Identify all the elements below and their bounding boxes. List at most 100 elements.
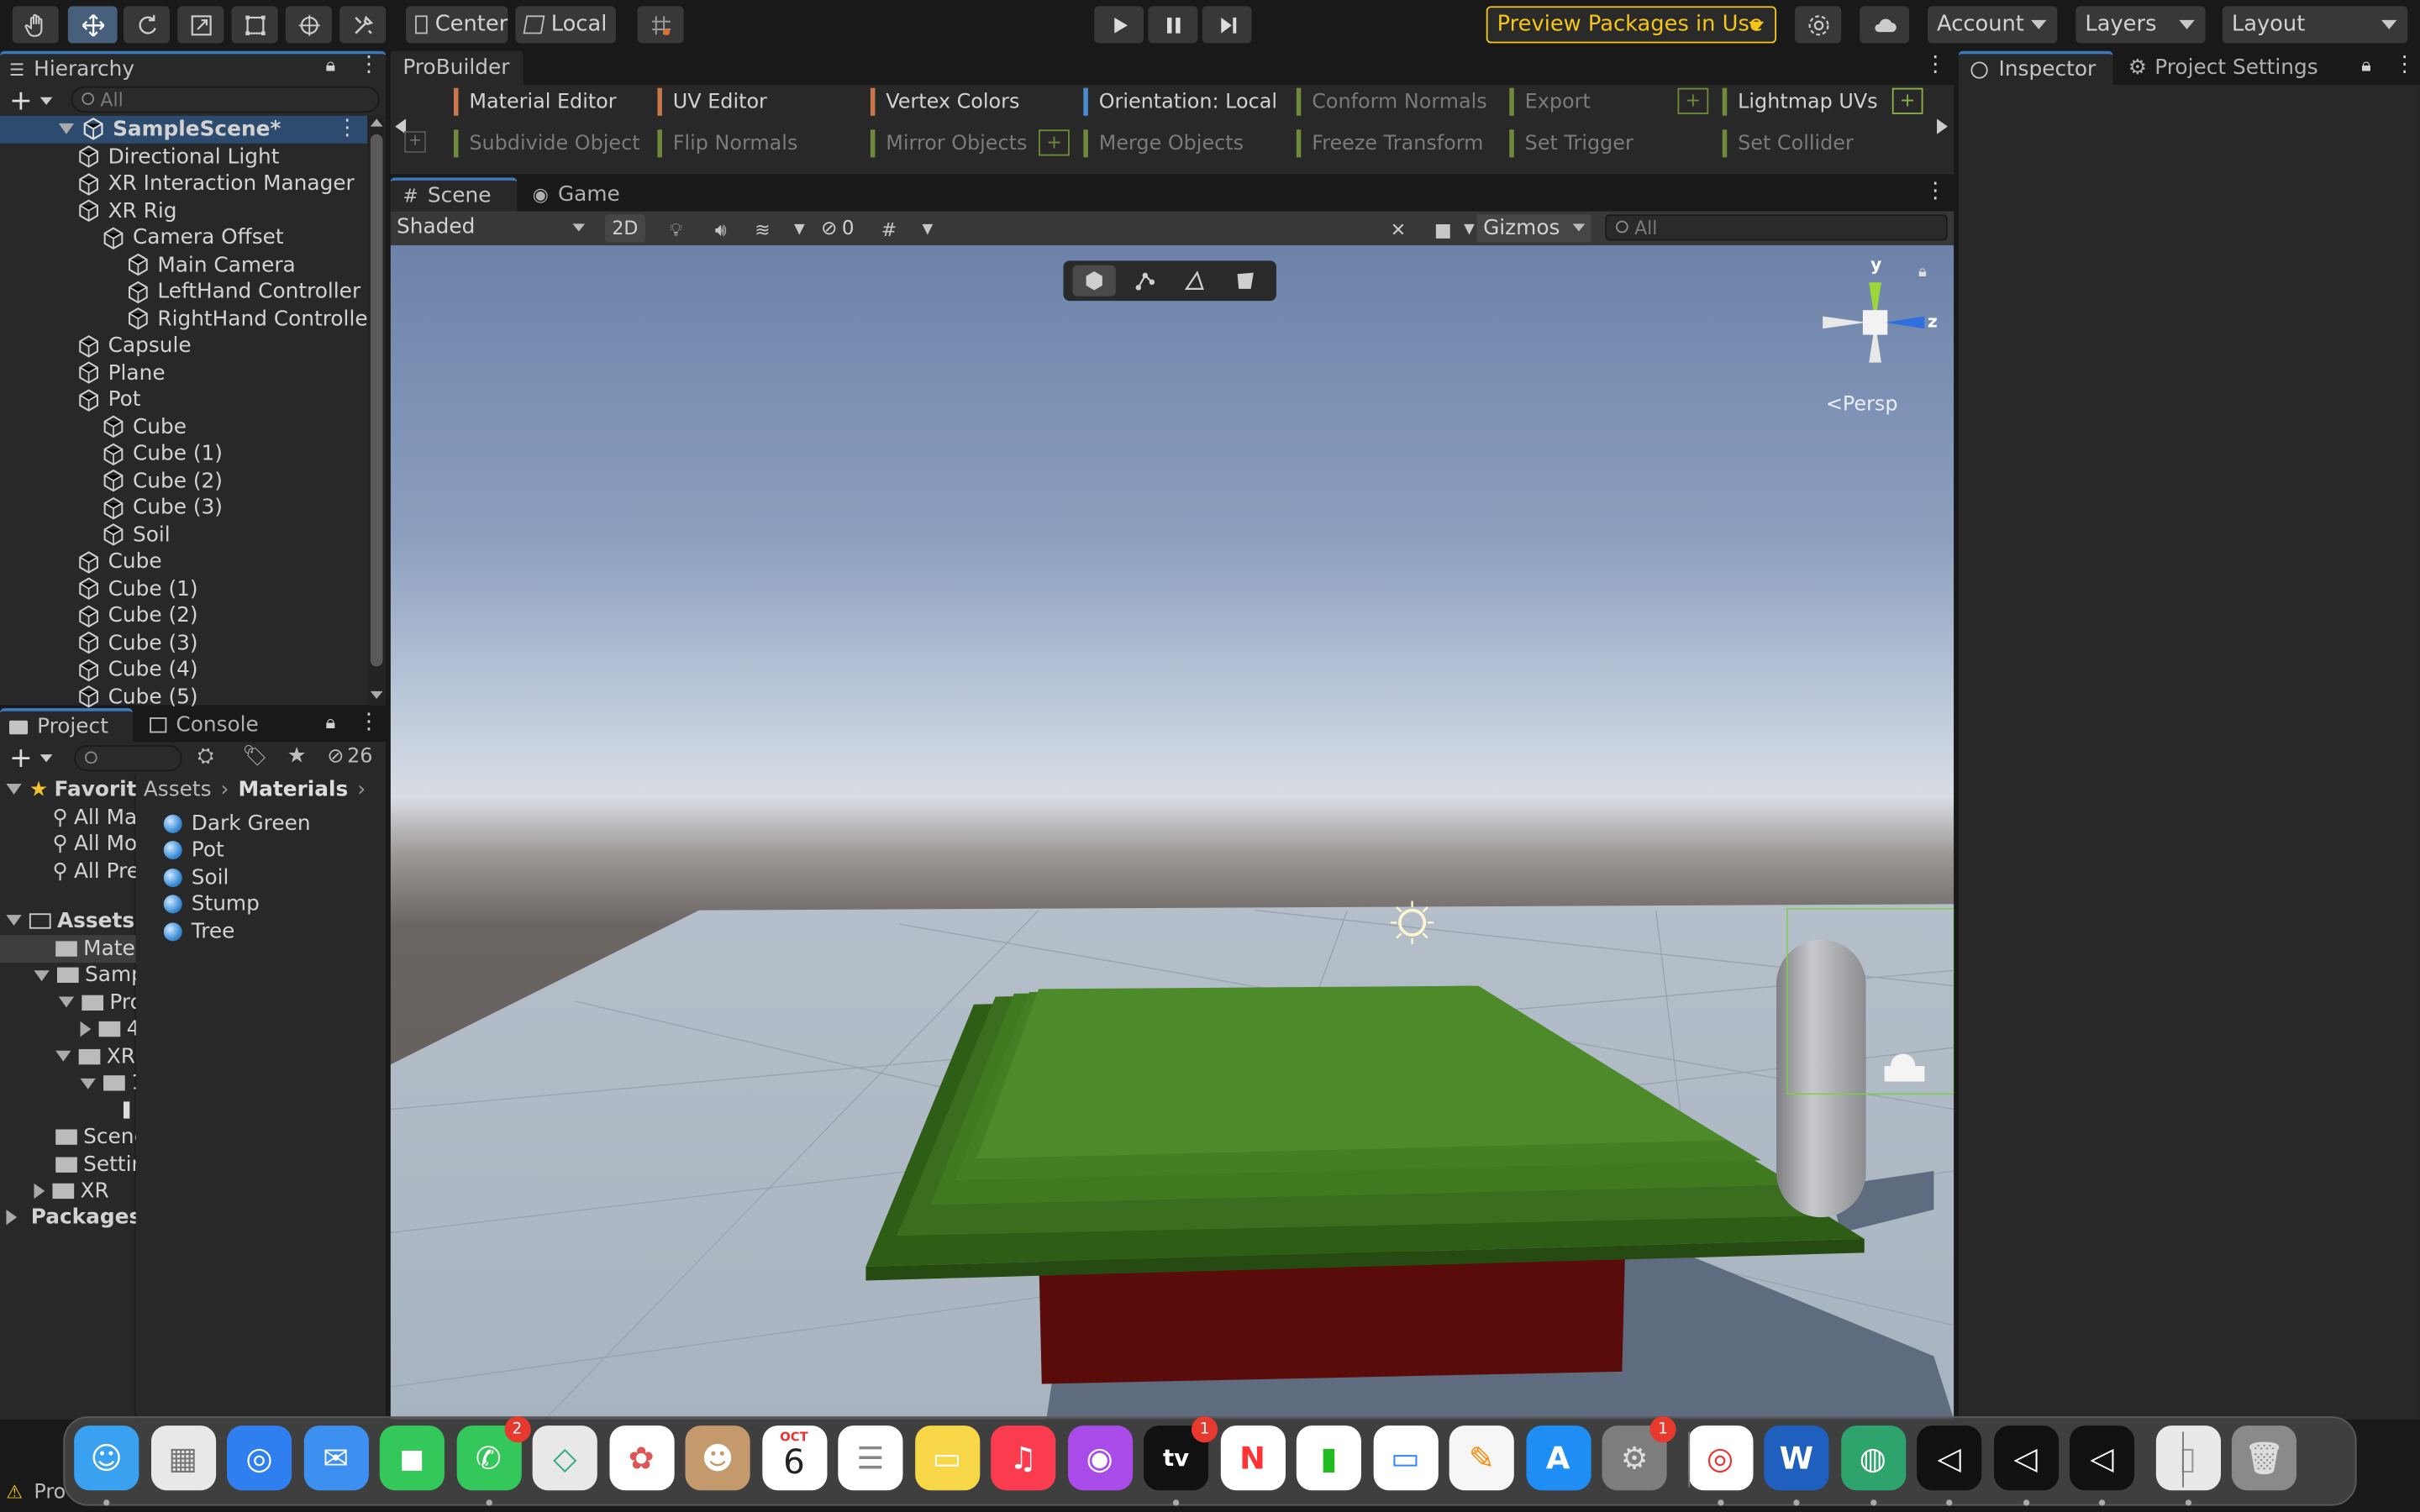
more-menu-icon[interactable]: ⋮ (2394, 52, 2416, 76)
hierarchy-item[interactable]: Cube (3) (102, 495, 367, 522)
scrollbar-thumb[interactable] (370, 134, 383, 667)
pause-button[interactable] (1148, 6, 1198, 44)
probuilder-action-button[interactable]: Subdivide Object (453, 128, 640, 159)
shading-mode-dropdown[interactable]: Shaded (393, 214, 591, 242)
breadcrumb-assets[interactable]: Assets (144, 778, 212, 802)
hierarchy-item[interactable]: Soil (102, 522, 367, 549)
dock-messages-icon[interactable]: ✆ 2 (455, 1416, 530, 1491)
probuilder-action-button[interactable]: Merge Objects (1083, 128, 1244, 159)
dock-news-icon[interactable]: N (1219, 1425, 1286, 1491)
perspective-toggle[interactable]: <Persp (1826, 393, 1898, 417)
transform-tool-icon[interactable] (285, 6, 332, 44)
material-item[interactable]: Tree (163, 918, 380, 945)
dock-numbers-icon[interactable]: ▮ (1296, 1425, 1361, 1491)
favorite-star-icon[interactable]: ★ (287, 743, 307, 768)
scene-search-input[interactable]: All (1605, 214, 1948, 241)
hierarchy-item[interactable]: Plane (77, 360, 367, 386)
hierarchy-item[interactable]: Cube (4) (77, 657, 367, 684)
hierarchy-item[interactable]: Cube (3) (77, 629, 367, 656)
tab-game[interactable]: ◉ Game (519, 177, 632, 212)
assets-header[interactable]: Assets (6, 907, 135, 934)
hierarchy-item[interactable]: Cube (1) (102, 440, 367, 467)
dock-reminders-icon[interactable]: ☰ (838, 1425, 903, 1491)
more-menu-icon[interactable]: ⋮ (1924, 52, 1946, 76)
gizmo-lock-icon[interactable]: 🔒︎ (1918, 264, 1927, 281)
hierarchy-item[interactable]: Cube (2) (102, 468, 367, 495)
step-button[interactable] (1202, 6, 1252, 44)
material-item[interactable]: Stump (163, 891, 380, 918)
hierarchy-item[interactable]: Cube (1) (77, 575, 367, 602)
more-menu-icon[interactable]: ⋮ (358, 710, 380, 734)
audio-icon[interactable]: 🔊︎ (704, 214, 738, 245)
material-item[interactable]: Dark Green (163, 810, 380, 837)
dock-keynote-icon[interactable]: ▭ (1372, 1425, 1438, 1491)
probuilder-action-button[interactable]: Mirror Objects (870, 128, 1027, 159)
scroll-up-icon[interactable] (370, 118, 383, 127)
dock-word-icon[interactable]: W (1764, 1425, 1829, 1491)
dock-contacts-icon[interactable]: ☻ (685, 1425, 750, 1491)
assets-tree-item[interactable]: 4 (80, 1016, 136, 1042)
probuilder-action-button[interactable]: Vertex Colors (870, 87, 1019, 118)
tab-scene[interactable]: # Scene (390, 177, 518, 212)
lock-icon[interactable]: 🔒︎ (326, 54, 336, 77)
hidden-objects-toggle[interactable]: ⊘ 0 (821, 216, 854, 239)
custom-tool-icon[interactable] (339, 6, 387, 44)
layers-dropdown[interactable]: Layers (2075, 6, 2206, 44)
probuilder-action-button[interactable]: Set Trigger (1509, 128, 1634, 159)
assets-tree-item[interactable]: Scenes (55, 1124, 136, 1151)
assets-tree-item[interactable]: 1 (80, 1070, 136, 1097)
more-menu-icon[interactable]: ⋮ (1924, 179, 1946, 203)
export-options-button[interactable]: + (1677, 87, 1709, 114)
hierarchy-item[interactable]: Directional Light (77, 144, 367, 171)
material-item[interactable]: Soil (163, 864, 380, 891)
mode-2d-toggle[interactable]: 2D (604, 214, 645, 243)
create-button[interactable]: + (9, 84, 53, 117)
lock-icon[interactable]: 🔒︎ (326, 711, 336, 735)
dock-unity-icon[interactable]: ◁ (2070, 1425, 2135, 1491)
probuilder-action-button[interactable]: Material Editor (453, 87, 617, 118)
vertex-mode-icon[interactable] (1123, 265, 1166, 297)
scale-tool-icon[interactable] (177, 6, 224, 44)
face-mode-icon[interactable] (1223, 265, 1266, 297)
favorites-item[interactable]: ⚲All Materials (52, 804, 135, 831)
hierarchy-item[interactable]: XR Rig (77, 197, 367, 224)
more-menu-icon[interactable]: ⋮ (358, 52, 380, 76)
breadcrumb-materials[interactable]: Materials (238, 778, 348, 802)
project-create-button[interactable]: + (9, 742, 53, 774)
gizmos-dropdown[interactable]: Gizmos (1476, 214, 1591, 243)
dock-calendar-icon[interactable]: OCT 6 (761, 1425, 827, 1491)
hierarchy-item[interactable]: XR Interaction Manager (77, 171, 367, 197)
tab-project-settings[interactable]: ⚙ Project Settings (2116, 50, 2333, 86)
preview-packages-button[interactable]: Preview Packages in Use (1486, 6, 1777, 44)
pivot-space-button[interactable]: Local (515, 6, 616, 44)
hierarchy-item[interactable]: Cube (102, 413, 367, 440)
chevron-down-icon[interactable]: ▼ (782, 214, 816, 245)
probuilder-action-button[interactable]: Conform Normals (1296, 87, 1487, 118)
dock-network-icon[interactable]: ◍ (1840, 1425, 1906, 1491)
hierarchy-item[interactable]: Main Camera (127, 251, 368, 278)
assets-tree-item[interactable]: ProBuilder (58, 989, 136, 1016)
dock-music-icon[interactable]: ♫ (991, 1425, 1056, 1491)
dock-maps-icon[interactable]: ◇ (532, 1425, 597, 1491)
assets-tree-item[interactable] (123, 1097, 136, 1124)
scene-viewport[interactable]: y z <Persp 🔒︎ (390, 245, 1954, 1420)
filter-label-icon[interactable]: 🏷︎ (242, 745, 267, 769)
probuilder-action-button[interactable]: UV Editor (657, 87, 767, 118)
status-message[interactable]: Pro (34, 1481, 66, 1504)
material-item[interactable]: Pot (163, 837, 380, 864)
dock-app-store-icon[interactable]: A (1525, 1425, 1591, 1491)
dock-finder-icon[interactable]: ☺ (74, 1425, 139, 1491)
dock-unity-icon[interactable]: ◁ (1917, 1425, 1982, 1491)
layout-dropdown[interactable]: Layout (2222, 6, 2408, 44)
dock-launchpad-icon[interactable]: ▦ (150, 1425, 216, 1491)
dock-tv-icon[interactable]: tv 1 (1143, 1416, 1218, 1491)
tab-console[interactable]: Console (137, 708, 276, 743)
hand-tool-icon[interactable] (12, 6, 59, 44)
dock-notes-icon[interactable]: ▭ (914, 1425, 980, 1491)
filter-type-icon[interactable]: ⛭ (197, 745, 213, 769)
scene-menu-icon[interactable]: ⋮ (336, 116, 358, 140)
grid-snap-icon[interactable] (637, 6, 684, 44)
dock-safari-icon[interactable]: ◎ (226, 1425, 292, 1491)
play-button[interactable] (1094, 6, 1144, 44)
favorites-item[interactable]: ⚲All Prefabs (52, 858, 135, 885)
